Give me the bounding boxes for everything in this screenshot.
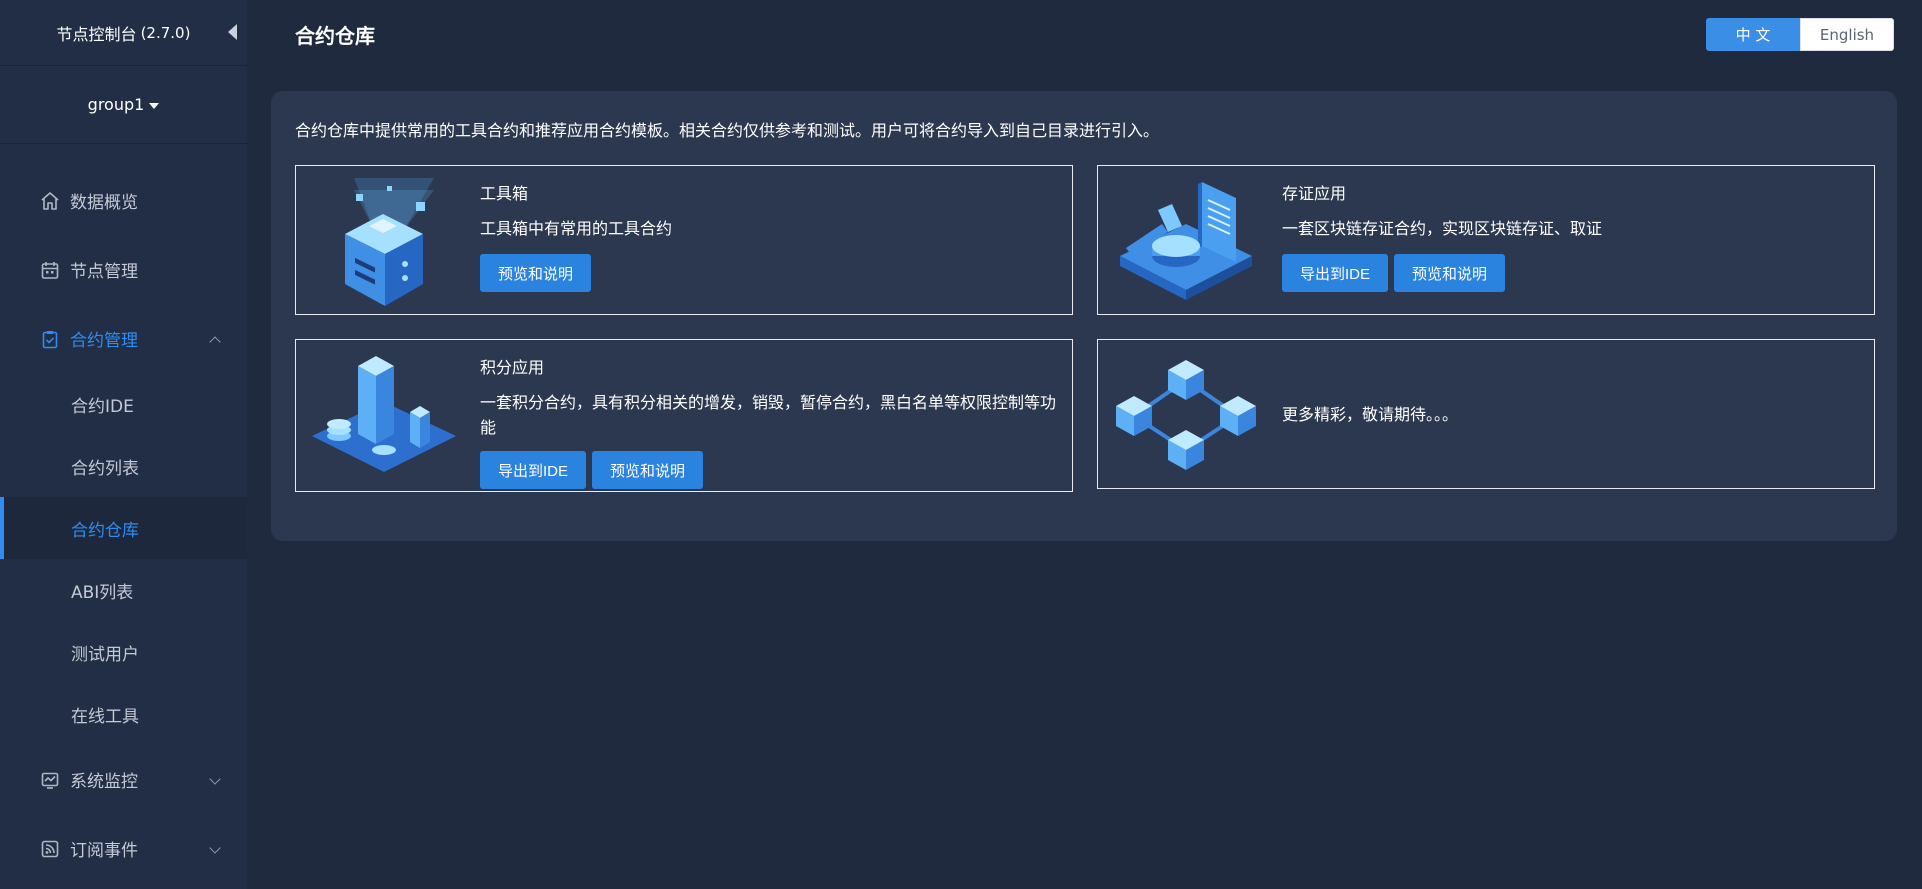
page-title: 合约仓库 bbox=[295, 24, 375, 48]
lang-zh-button[interactable]: 中 文 bbox=[1706, 18, 1800, 51]
top-header: 合约仓库 中 文 English bbox=[247, 0, 1922, 66]
brand-title: 节点控制台 bbox=[56, 24, 137, 44]
sidebar-item-label: 节点管理 bbox=[70, 262, 138, 282]
calendar-icon bbox=[40, 260, 60, 280]
points-illustration bbox=[304, 344, 464, 486]
evidence-illustration bbox=[1106, 170, 1266, 312]
sidebar-item-label: 订阅事件 bbox=[70, 841, 138, 861]
chevron-down-icon bbox=[209, 773, 221, 785]
card-description: 更多精彩，敬请期待。。。 bbox=[1282, 405, 1459, 424]
language-switch: 中 文 English bbox=[1706, 18, 1894, 51]
network-cubes-illustration bbox=[1106, 344, 1266, 486]
card-description: 一套积分合约，具有积分相关的增发，销毁，暂停合约，黑白名单等权限控制等功能 bbox=[480, 393, 1057, 437]
sidebar-item-subscriptions[interactable]: 订阅事件 bbox=[0, 814, 247, 883]
chevron-up-icon bbox=[209, 336, 221, 348]
repo-panel: 合约仓库中提供常用的工具合约和推荐应用合约模板。相关合约仅供参考和测试。用户可将… bbox=[271, 91, 1897, 541]
card-actions: 预览和说明 bbox=[480, 254, 592, 292]
sidebar-item-nodes[interactable]: 节点管理 bbox=[0, 235, 247, 304]
sidebar-subitem-contract-repo[interactable]: 合约仓库 bbox=[0, 497, 247, 559]
preview-button[interactable]: 预览和说明 bbox=[1394, 254, 1506, 292]
lang-en-button[interactable]: English bbox=[1800, 18, 1894, 51]
card-title: 工具箱 bbox=[480, 184, 529, 203]
monitor-chart-icon bbox=[40, 770, 60, 790]
sidebar-item-label: 系统监控 bbox=[70, 772, 138, 792]
sidebar-subitem-contract-ide[interactable]: 合约IDE bbox=[0, 373, 247, 435]
card-evidence: 存证应用 一套区块链存证合约，实现区块链存证、取证 导出到IDE 预览和说明 bbox=[1097, 165, 1875, 315]
sidebar-item-label: 合约管理 bbox=[70, 331, 138, 351]
preview-button[interactable]: 预览和说明 bbox=[592, 451, 704, 489]
card-description: 工具箱中有常用的工具合约 bbox=[480, 219, 673, 238]
sidebar-subitem-abi-list[interactable]: ABI列表 bbox=[0, 559, 247, 621]
card-points: 积分应用 一套积分合约，具有积分相关的增发，销毁，暂停合约，黑白名单等权限控制等… bbox=[295, 339, 1073, 492]
sidebar-subitem-online-tools[interactable]: 在线工具 bbox=[0, 683, 247, 745]
export-to-ide-button[interactable]: 导出到IDE bbox=[1282, 254, 1389, 292]
card-title: 积分应用 bbox=[480, 358, 545, 377]
rss-icon bbox=[40, 839, 60, 859]
sidebar-item-overview[interactable]: 数据概览 bbox=[0, 166, 247, 235]
card-actions: 导出到IDE 预览和说明 bbox=[1282, 254, 1506, 292]
group-selector[interactable]: group1 bbox=[0, 66, 247, 144]
home-icon bbox=[40, 191, 60, 211]
brand-header: 节点控制台 (2.7.0) bbox=[0, 0, 247, 66]
card-title: 存证应用 bbox=[1282, 184, 1347, 203]
group-name: group1 bbox=[87, 95, 145, 114]
app-root: 节点控制台 (2.7.0) group1 数据概览 节点管理 合约管理 合约ID… bbox=[0, 0, 1922, 889]
repo-intro: 合约仓库中提供常用的工具合约和推荐应用合约模板。相关合约仅供参考和测试。用户可将… bbox=[295, 121, 1160, 140]
sidebar-subitem-test-users[interactable]: 测试用户 bbox=[0, 621, 247, 683]
sidebar-item-contracts[interactable]: 合约管理 bbox=[0, 304, 247, 373]
chevron-down-icon bbox=[209, 842, 221, 854]
preview-button[interactable]: 预览和说明 bbox=[480, 254, 592, 292]
sidebar: 节点控制台 (2.7.0) group1 数据概览 节点管理 合约管理 合约ID… bbox=[0, 0, 247, 889]
card-coming-soon: 更多精彩，敬请期待。。。 bbox=[1097, 339, 1875, 489]
sidebar-nav: 数据概览 节点管理 合约管理 合约IDE 合约列表 合约仓库 ABI列表 测试用… bbox=[0, 144, 247, 883]
collapse-sidebar-icon[interactable] bbox=[228, 24, 237, 40]
clipboard-check-icon bbox=[40, 329, 60, 349]
card-description: 一套区块链存证合约，实现区块链存证、取证 bbox=[1282, 219, 1603, 238]
sidebar-item-label: 数据概览 bbox=[70, 193, 138, 213]
export-to-ide-button[interactable]: 导出到IDE bbox=[480, 451, 587, 489]
sidebar-subitem-contract-list[interactable]: 合约列表 bbox=[0, 435, 247, 497]
toolbox-illustration bbox=[304, 170, 464, 312]
card-toolbox: 工具箱 工具箱中有常用的工具合约 预览和说明 bbox=[295, 165, 1073, 315]
sidebar-item-monitoring[interactable]: 系统监控 bbox=[0, 745, 247, 814]
brand-version: (2.7.0) bbox=[140, 23, 191, 42]
card-actions: 导出到IDE 预览和说明 bbox=[480, 451, 704, 489]
caret-down-icon bbox=[149, 103, 160, 109]
